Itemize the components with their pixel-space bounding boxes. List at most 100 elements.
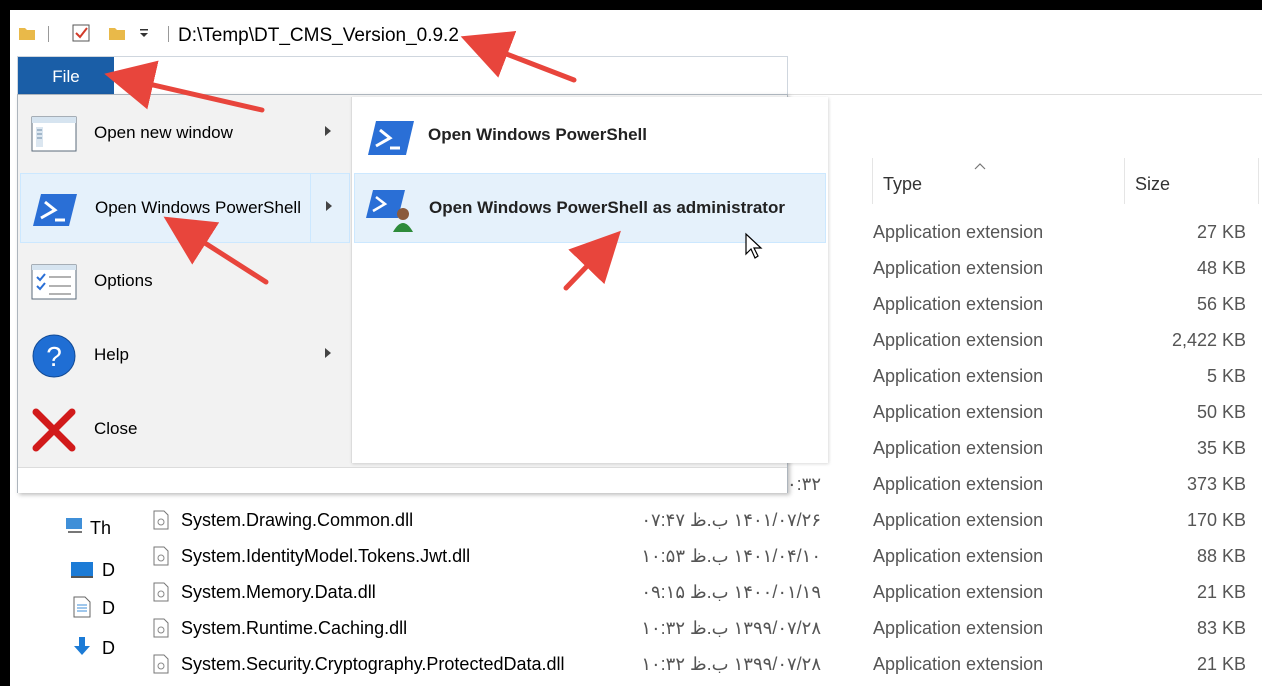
dll-file-icon: [153, 546, 169, 566]
file-type: Application extension: [873, 294, 1044, 314]
menu-item-label: Open new window: [94, 123, 233, 142]
nav-item-label: D: [102, 560, 115, 580]
mouse-cursor-icon: [745, 232, 763, 259]
nav-item-label: D: [102, 598, 115, 618]
file-type: Application extension: [873, 402, 1044, 422]
menu-item-help[interactable]: ? Help: [20, 321, 348, 391]
file-type: Application extension: [873, 330, 1044, 350]
table-row[interactable]: System.Memory.Data.dll ۱۴۰۰/۰۱/۱۹ ب.ظ ۰۹…: [145, 576, 1262, 612]
menu-item-label: Close: [94, 419, 138, 438]
file-size: 83 KB: [1196, 618, 1246, 638]
file-size: 2,422 KB: [1171, 330, 1246, 350]
documents-icon: [73, 596, 91, 618]
file-type: Application extension: [873, 510, 1044, 530]
chevron-right-icon: [325, 126, 331, 136]
file-date: ۱۴۰۱/۰۷/۲۶ ب.ظ ۰۷:۴۷: [641, 510, 821, 530]
dropdown-icon[interactable]: [136, 22, 152, 44]
menu-item-label: Help: [94, 345, 129, 364]
menu-footer: [18, 467, 787, 493]
file-menu-items: Open new window Open Windows PowerShell: [18, 95, 350, 467]
column-separator: [872, 158, 873, 204]
table-row[interactable]: System.Security.Cryptography.ProtectedDa…: [145, 648, 1262, 684]
chevron-right-icon: [326, 201, 332, 211]
file-size: 35 KB: [1196, 438, 1246, 458]
downloads-icon: [74, 637, 90, 655]
file-size: 170 KB: [1186, 510, 1246, 530]
file-date: ۱۳۹۹/۰۷/۲۸ ب.ظ ۱۰:۳۲: [641, 654, 821, 674]
file-date: ۱۴۰۱/۰۴/۱۰ ب.ظ ۱۰:۵۳: [641, 546, 821, 566]
column-headers: Type Size: [800, 158, 1262, 210]
separator: [168, 26, 169, 42]
dll-file-icon: [153, 618, 169, 638]
file-type: Application extension: [873, 222, 1044, 242]
file-type: Application extension: [873, 654, 1044, 674]
options-icon: [31, 264, 77, 300]
submenu-expander[interactable]: [310, 173, 350, 243]
desktop-icon: [71, 562, 93, 578]
file-menu: Open new window Open Windows PowerShell: [17, 94, 828, 493]
file-size: 27 KB: [1196, 222, 1246, 242]
menu-item-open-windows-powershell[interactable]: Open Windows PowerShell: [20, 173, 312, 243]
menu-item-label: Options: [94, 271, 153, 290]
file-date: ۱۳۹۹/۰۷/۲۸ ب.ظ ۱۰:۳۲: [641, 618, 821, 638]
dll-file-icon: [153, 654, 169, 674]
file-size: 5 KB: [1206, 366, 1246, 386]
nav-item-label: Th: [90, 518, 112, 538]
menu-item-open-new-window[interactable]: Open new window: [20, 99, 348, 169]
nav-item-documents[interactable]: D: [66, 596, 116, 620]
dll-file-icon: [153, 582, 169, 602]
file-name: System.Runtime.Caching.dll: [181, 618, 408, 638]
file-date: ۱۴۰۰/۰۱/۱۹ ب.ظ ۰۹:۱۵: [641, 582, 821, 602]
table-row[interactable]: System.Runtime.Caching.dll ۱۳۹۹/۰۷/۲۸ ب.…: [145, 612, 1262, 648]
help-icon: ?: [32, 334, 76, 378]
pc-icon: [66, 518, 82, 533]
file-type: Application extension: [873, 474, 1044, 494]
powershell-icon: [368, 121, 414, 155]
address-bar-border: [786, 94, 1262, 95]
title-bar: D:\Temp\DT_CMS_Version_0.9.2: [10, 10, 1262, 56]
folder-icon[interactable]: [106, 22, 128, 44]
file-size: 88 KB: [1196, 546, 1246, 566]
file-type: Application extension: [873, 258, 1044, 278]
nav-item-desktop[interactable]: D: [66, 558, 116, 582]
close-icon: [32, 408, 76, 452]
powershell-admin-icon: [366, 190, 413, 232]
submenu-item-label: Open Windows PowerShell: [428, 125, 647, 144]
menu-item-options[interactable]: Options: [20, 247, 348, 317]
column-separator: [1258, 158, 1259, 204]
powershell-submenu: Open Windows PowerShell Open Windows Pow…: [351, 97, 828, 463]
menu-item-close[interactable]: Close: [20, 395, 348, 465]
nav-item-this-pc[interactable]: Th: [66, 516, 116, 540]
nav-item-downloads[interactable]: D: [66, 636, 116, 660]
column-size[interactable]: Size: [1135, 174, 1170, 195]
checkbox-icon[interactable]: [70, 22, 92, 44]
submenu-item-open-windows-powershell[interactable]: Open Windows PowerShell: [354, 101, 824, 171]
submenu-item-label: Open Windows PowerShell as administrator: [429, 198, 785, 217]
file-size: 21 KB: [1196, 582, 1246, 602]
file-name: System.Drawing.Common.dll: [181, 510, 414, 530]
file-size: 373 KB: [1186, 474, 1246, 494]
navigation-pane: Th D D D: [10, 510, 120, 686]
explorer-window: D:\Temp\DT_CMS_Version_0.9.2 File Type S…: [10, 10, 1262, 686]
column-type[interactable]: Type: [883, 174, 922, 195]
file-type: Application extension: [873, 618, 1044, 638]
file-type: Application extension: [873, 582, 1044, 602]
separator: [48, 26, 49, 42]
window-title-path: D:\Temp\DT_CMS_Version_0.9.2: [178, 25, 459, 46]
file-size: 48 KB: [1196, 258, 1246, 278]
file-size: 50 KB: [1196, 402, 1246, 422]
sort-ascending-icon: [974, 163, 986, 170]
table-row[interactable]: System.IdentityModel.Tokens.Jwt.dll ۱۴۰۱…: [145, 540, 1262, 576]
window-icon: [31, 116, 77, 152]
file-type: Application extension: [873, 546, 1044, 566]
dll-file-icon: [153, 510, 169, 530]
file-type: Application extension: [873, 438, 1044, 458]
folder-icon[interactable]: [16, 22, 38, 44]
menu-item-label: Open Windows PowerShell: [95, 198, 301, 217]
column-separator: [1124, 158, 1125, 204]
file-tab[interactable]: File: [18, 57, 114, 97]
file-type: Application extension: [873, 366, 1044, 386]
table-row[interactable]: System.Drawing.Common.dll ۱۴۰۱/۰۷/۲۶ ب.ظ…: [145, 504, 1262, 540]
nav-item-label: D: [102, 638, 115, 658]
file-name: System.IdentityModel.Tokens.Jwt.dll: [181, 546, 471, 566]
